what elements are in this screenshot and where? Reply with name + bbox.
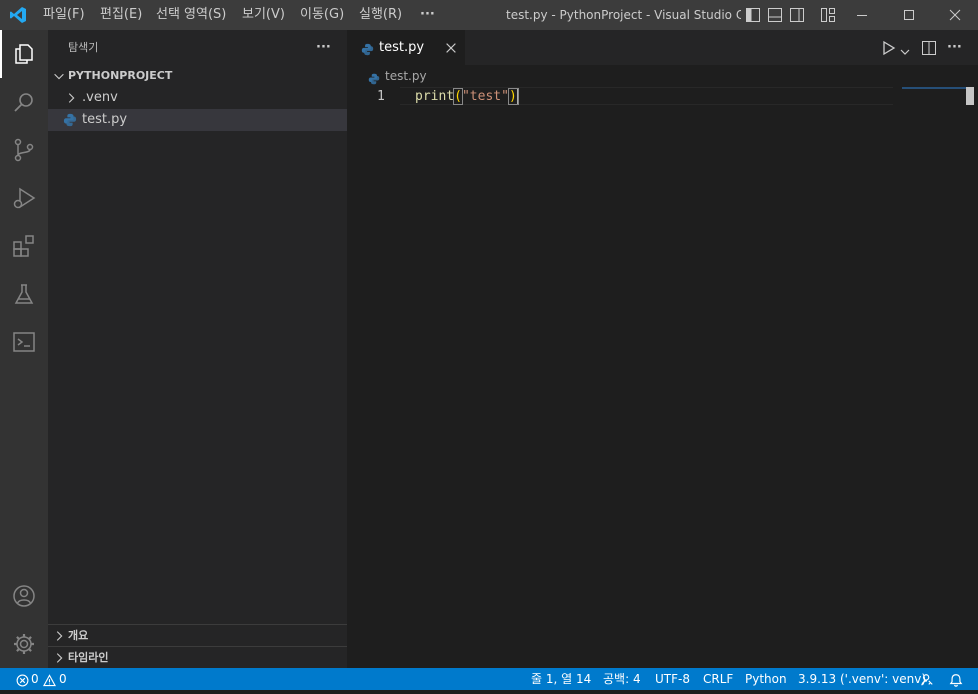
- feedback-icon[interactable]: [920, 672, 934, 686]
- editor-tabs: test.py ···: [347, 30, 978, 65]
- menu-selection[interactable]: 선택 영역(S): [156, 0, 226, 30]
- code-token-function: print: [415, 89, 455, 104]
- breadcrumb[interactable]: test.py: [385, 65, 427, 87]
- outline-panel-header[interactable]: 개요: [48, 624, 347, 647]
- error-icon[interactable]: [16, 672, 29, 687]
- language-mode[interactable]: Python: [745, 668, 787, 690]
- close-tab-icon[interactable]: [444, 40, 458, 59]
- encoding[interactable]: UTF-8: [655, 668, 690, 690]
- source-control-icon[interactable]: [0, 126, 48, 174]
- tree-item-test-py[interactable]: test.py: [48, 109, 347, 131]
- minimize-icon[interactable]: [854, 7, 870, 23]
- terminal-icon[interactable]: [0, 318, 48, 366]
- timeline-label: 타임라인: [68, 651, 109, 664]
- toggle-secondary-sidebar-icon[interactable]: [789, 7, 805, 23]
- editor-area[interactable]: test.py 1 print("test"): [347, 65, 978, 668]
- window-title: test.py - PythonProject - Visual Studio …: [506, 8, 741, 22]
- python-file-icon: [361, 41, 374, 60]
- python-file-icon: [63, 113, 77, 135]
- vscode-logo-icon: [9, 6, 26, 23]
- run-dropdown-chevron-icon[interactable]: [900, 42, 910, 61]
- sidebar-more-icon[interactable]: ···: [316, 30, 331, 65]
- error-count[interactable]: 0: [31, 668, 39, 690]
- search-icon[interactable]: [0, 78, 48, 126]
- line-number: 1: [377, 89, 385, 104]
- activity-bar: [0, 30, 48, 668]
- toggle-primary-sidebar-icon[interactable]: [745, 7, 761, 23]
- menu-more-icon[interactable]: ···: [420, 0, 435, 30]
- testing-flask-icon[interactable]: [0, 270, 48, 318]
- code-line[interactable]: print("test"): [415, 87, 519, 106]
- tab-label: test.py: [379, 40, 425, 55]
- line-ending[interactable]: CRLF: [703, 668, 733, 690]
- tree-item-label: .venv: [82, 90, 118, 105]
- vertical-scrollbar-thumb[interactable]: [966, 87, 974, 105]
- explorer-sidebar: 탐색기 ··· PYTHONPROJECT .venv test.py 개요 타…: [48, 30, 347, 668]
- tree-item-label: test.py: [82, 112, 128, 127]
- code-token-paren-open: (: [453, 88, 463, 105]
- menu-view[interactable]: 보기(V): [242, 0, 285, 30]
- settings-gear-icon[interactable]: [0, 620, 48, 668]
- project-folder-header[interactable]: PYTHONPROJECT: [48, 65, 347, 87]
- code-token-paren-close: ): [507, 88, 519, 105]
- toggle-panel-icon[interactable]: [767, 7, 783, 23]
- run-debug-icon[interactable]: [0, 174, 48, 222]
- editor-more-icon[interactable]: ···: [947, 30, 962, 65]
- close-window-icon[interactable]: [947, 7, 963, 23]
- tree-item-venv[interactable]: .venv: [48, 87, 347, 109]
- indentation[interactable]: 공백: 4: [603, 668, 641, 690]
- extensions-icon[interactable]: [0, 222, 48, 270]
- status-bar: 0 0 줄 1, 열 14 공백: 4 UTF-8 CRLF Python 3.…: [0, 668, 978, 690]
- warning-count[interactable]: 0: [59, 668, 67, 690]
- code-token-string: "test": [461, 89, 509, 104]
- menu-file[interactable]: 파일(F): [43, 0, 85, 30]
- menu-go[interactable]: 이동(G): [300, 0, 344, 30]
- title-bar: 파일(F) 편집(E) 선택 영역(S) 보기(V) 이동(G) 실행(R) ·…: [0, 0, 978, 30]
- warning-icon[interactable]: [42, 672, 57, 687]
- cursor-position[interactable]: 줄 1, 열 14: [531, 668, 591, 690]
- minimap-slider[interactable]: [902, 87, 966, 89]
- menu-edit[interactable]: 편집(E): [100, 0, 142, 30]
- tab-test-py[interactable]: test.py: [347, 30, 465, 65]
- maximize-icon[interactable]: [901, 7, 917, 23]
- explorer-icon[interactable]: [0, 30, 48, 78]
- python-interpreter[interactable]: 3.9.13 ('.venv': venv): [798, 668, 926, 690]
- timeline-panel-header[interactable]: 타임라인: [48, 646, 347, 669]
- sidebar-title: 탐색기: [68, 41, 99, 54]
- split-editor-icon[interactable]: [921, 40, 937, 60]
- customize-layout-icon[interactable]: [820, 7, 836, 23]
- account-icon[interactable]: [0, 572, 48, 620]
- notifications-bell-icon[interactable]: [949, 672, 963, 687]
- project-name: PYTHONPROJECT: [68, 69, 173, 82]
- menu-run[interactable]: 실행(R): [359, 0, 402, 30]
- outline-label: 개요: [68, 629, 89, 642]
- run-python-file-icon[interactable]: [882, 40, 896, 60]
